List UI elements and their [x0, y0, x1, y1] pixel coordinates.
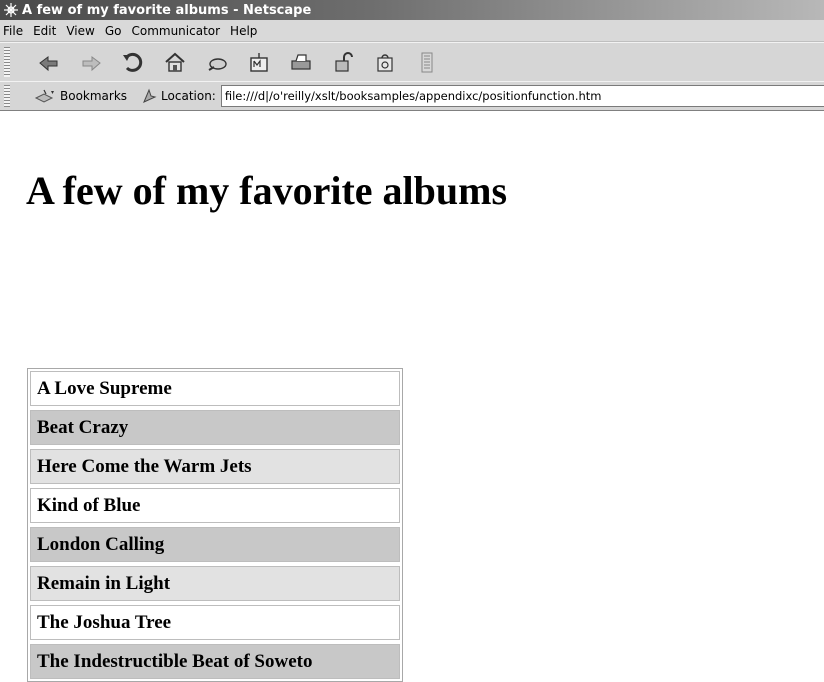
menu-edit[interactable]: Edit [28, 24, 61, 38]
shop-icon [377, 54, 393, 72]
security-button[interactable] [326, 46, 360, 78]
album-row: Here Come the Warm Jets [30, 449, 400, 484]
my-netscape-button[interactable] [242, 46, 276, 78]
back-icon [39, 56, 58, 72]
location-url-field[interactable]: file:///d|/o'reilly/xslt/booksamples/app… [220, 85, 824, 107]
stop-icon [421, 52, 433, 73]
album-row: The Joshua Tree [30, 605, 400, 640]
bookmarks-label[interactable]: Bookmarks [60, 89, 127, 103]
location-toolbar-grip[interactable] [4, 85, 10, 107]
album-row: A Love Supreme [30, 371, 400, 406]
security-icon [335, 52, 353, 72]
bookmarks-icon[interactable] [34, 88, 56, 104]
menu-bar: File Edit View Go Communicator Help [0, 20, 824, 42]
print-icon [291, 54, 311, 70]
album-table: A Love Supreme Beat Crazy Here Come the Wa… [27, 368, 403, 682]
print-button[interactable] [284, 46, 318, 78]
menu-go[interactable]: Go [100, 24, 127, 38]
menu-help[interactable]: Help [225, 24, 262, 38]
netscape-app-icon[interactable] [3, 2, 19, 18]
stop-button[interactable] [410, 46, 444, 78]
menu-file[interactable]: File [0, 24, 28, 38]
menu-communicator[interactable]: Communicator [126, 24, 225, 38]
album-row: Kind of Blue [30, 488, 400, 523]
back-button[interactable] [32, 46, 66, 78]
album-row: The Indestructible Beat of Soweto [30, 644, 400, 679]
navigation-toolbar [0, 42, 824, 82]
my-netscape-icon [250, 53, 268, 72]
album-row: Remain in Light [30, 566, 400, 601]
reload-icon [123, 52, 143, 72]
page-content: A few of my favorite albums A Love Supre… [0, 111, 824, 682]
location-label: Location: [161, 89, 216, 103]
search-button[interactable] [200, 46, 234, 78]
toolbar-grip[interactable] [4, 47, 10, 77]
window-title-bar[interactable]: A few of my favorite albums - Netscape [0, 0, 824, 20]
menu-view[interactable]: View [61, 24, 99, 38]
home-icon [165, 52, 185, 72]
location-toolbar: Bookmarks Location: file:///d|/o'reilly/… [0, 81, 824, 112]
album-row: Beat Crazy [30, 410, 400, 445]
album-row: London Calling [30, 527, 400, 562]
forward-icon [82, 56, 101, 72]
search-icon [208, 58, 227, 71]
location-icon[interactable] [141, 88, 157, 104]
forward-button[interactable] [74, 46, 108, 78]
reload-button[interactable] [116, 46, 150, 78]
window-title: A few of my favorite albums - Netscape [22, 2, 312, 18]
page-heading: A few of my favorite albums [26, 168, 508, 213]
shop-button[interactable] [368, 46, 402, 78]
home-button[interactable] [158, 46, 192, 78]
